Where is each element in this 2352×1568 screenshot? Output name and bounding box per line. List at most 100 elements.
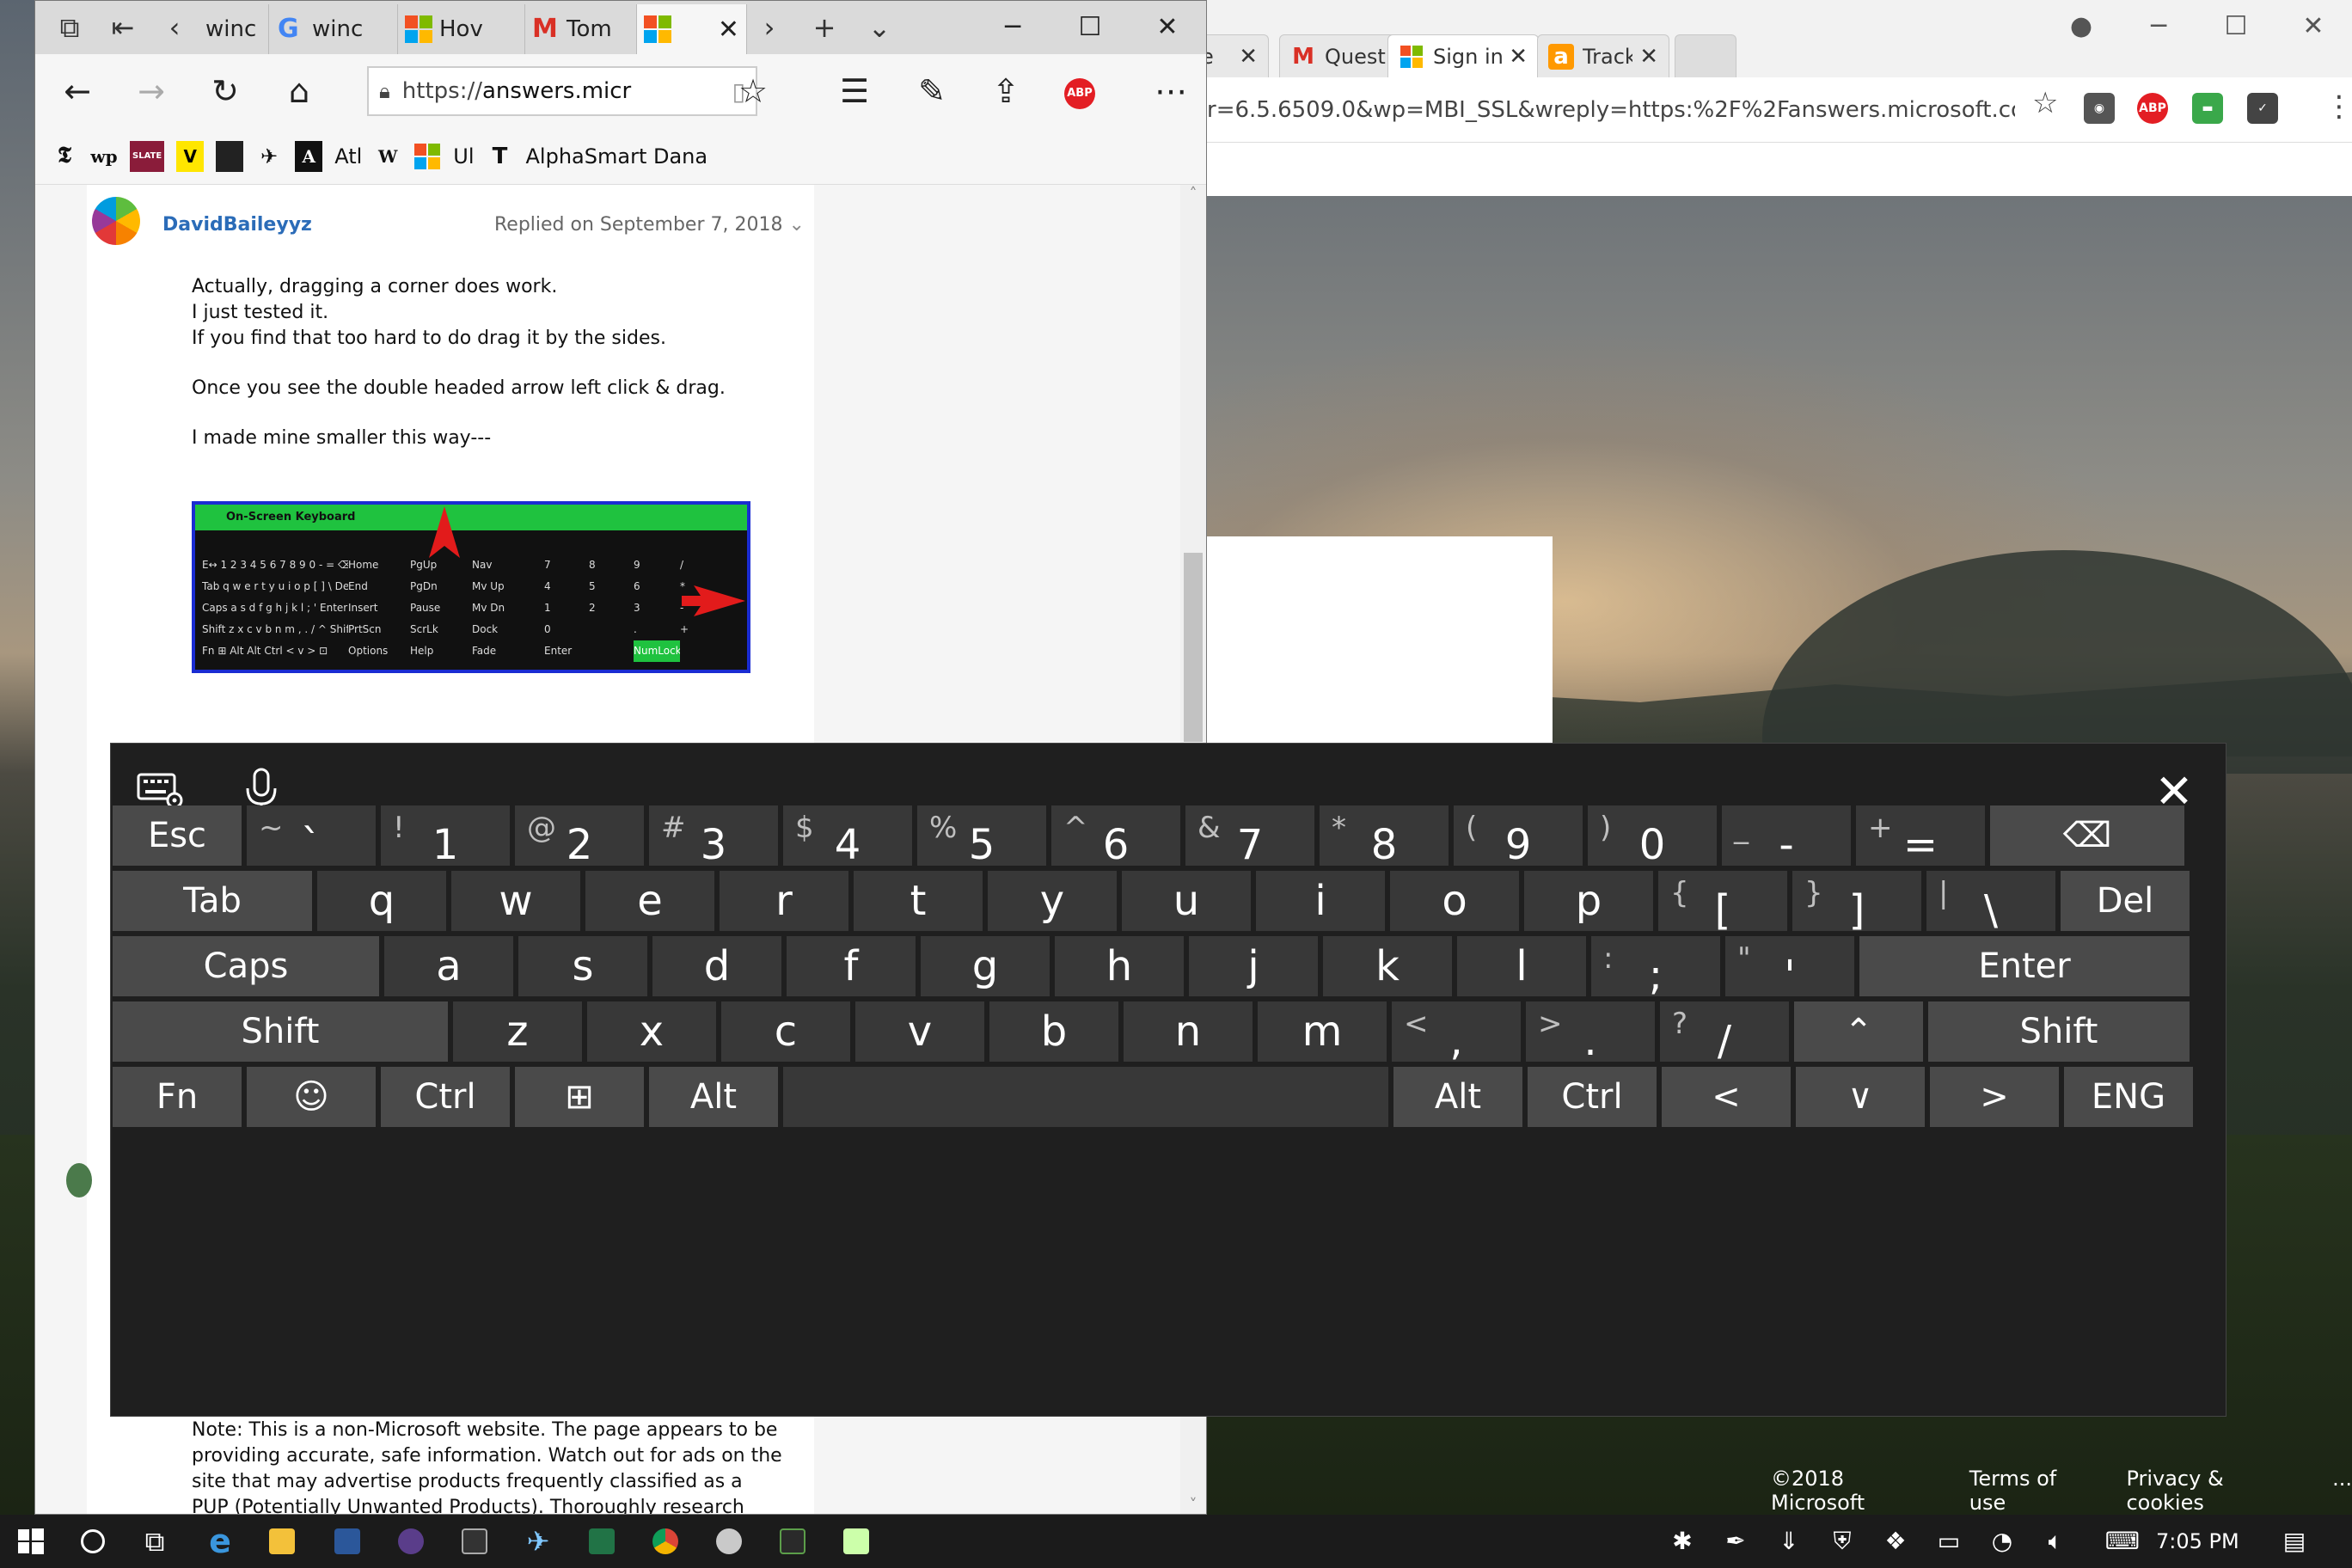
chrome-tab-2[interactable]: Sign in to your M ✕ (1387, 34, 1539, 77)
key-r[interactable]: r (720, 871, 848, 931)
key-7[interactable]: & 7 (1185, 805, 1314, 869)
cortana-icon[interactable] (62, 1515, 124, 1568)
edge-tab-2[interactable]: Hov (398, 4, 525, 54)
vox-favorite[interactable]: V (176, 140, 205, 172)
profile-icon[interactable]: ● (2043, 0, 2120, 53)
atlantic-logo-favorite[interactable]: A (295, 140, 323, 172)
more-menu-icon[interactable]: ⋯ (1141, 54, 1201, 128)
chrome-address-bar[interactable]: r=6.5.6509.0&wp=MBI_SSL&wreply=https:%2F… (1207, 83, 2015, 138)
edge-tab-4[interactable]: ✕ (637, 4, 747, 54)
app-icon[interactable] (762, 1515, 824, 1568)
key-symbol[interactable]: <, (1392, 1001, 1521, 1065)
key-e[interactable]: e (585, 871, 714, 931)
dropbox-icon[interactable]: ❖ (1871, 1515, 1920, 1568)
set-aside-tabs-icon[interactable]: ⇤ (97, 1, 149, 54)
key-8[interactable]: * 8 (1320, 805, 1449, 869)
alt-key[interactable]: Alt (649, 1067, 778, 1127)
volume-icon[interactable]: 🔈︎ (2030, 1515, 2080, 1568)
key-symbol[interactable]: ? / (1660, 1001, 1789, 1065)
close-button[interactable]: ✕ (1129, 1, 1206, 54)
key-y[interactable]: y (988, 871, 1117, 931)
key-d[interactable]: d (652, 936, 781, 996)
key-symbol[interactable]: + = (1856, 805, 1985, 869)
usb-icon[interactable]: ⇓ (1764, 1515, 1814, 1568)
ctrl-key[interactable]: Ctrl (1528, 1067, 1657, 1127)
app-icon[interactable] (380, 1515, 442, 1568)
key-o[interactable]: o (1390, 871, 1519, 931)
tab-preview-chevron-icon[interactable]: ⌄ (854, 1, 905, 54)
key-q[interactable]: q (317, 871, 446, 931)
terms-link[interactable]: Terms of use (1969, 1467, 2094, 1515)
task-view-icon[interactable]: ⧉ (124, 1515, 186, 1568)
alphasmart-favorite[interactable]: AlphaSmart Dana (526, 144, 708, 168)
key-u[interactable]: u (1122, 871, 1251, 931)
touch-keyboard-icon[interactable]: ⌨ (2098, 1515, 2147, 1568)
new-tab-icon[interactable]: + (799, 1, 850, 54)
minimize-button[interactable]: ─ (2120, 0, 2197, 53)
key-j[interactable]: j (1189, 936, 1318, 996)
washington-post-favorite[interactable]: wp (90, 141, 118, 172)
tabs-scroll-left-icon[interactable]: ‹ (149, 1, 200, 54)
microsoft-favorite-icon[interactable] (413, 141, 441, 172)
privacy-link[interactable]: Privacy & cookies (2126, 1467, 2300, 1515)
pin-favorite-icon[interactable]: ✈ (255, 141, 283, 172)
favorites-hub-icon[interactable]: ☰ (824, 54, 885, 128)
close-button[interactable]: ✕ (2275, 0, 2352, 53)
news-favorite-icon[interactable] (216, 140, 244, 172)
defender-icon[interactable]: ⛨ (1817, 1515, 1867, 1568)
key-x[interactable]: x (587, 1001, 716, 1062)
forward-arrow-icon[interactable]: → (121, 54, 181, 128)
avatar[interactable] (66, 1163, 92, 1197)
key-g[interactable]: g (921, 936, 1050, 996)
terminal-icon[interactable] (444, 1515, 505, 1568)
edge-address-bar[interactable]: 🔒︎ https://answers.micr ▯ (367, 66, 757, 116)
battery-icon[interactable]: ▭ (1924, 1515, 1974, 1568)
key-k[interactable]: k (1323, 936, 1452, 996)
key-symbol[interactable]: ~ ` (247, 805, 376, 869)
start-button[interactable] (0, 1515, 62, 1568)
key-h[interactable]: h (1055, 936, 1184, 996)
key-9[interactable]: (9 (1454, 805, 1583, 869)
key-1[interactable]: ! 1 (381, 805, 510, 869)
avatar[interactable] (92, 197, 140, 245)
more-link[interactable]: ... (2332, 1467, 2352, 1515)
key-6[interactable]: ^ 6 (1051, 805, 1180, 869)
app-icon[interactable]: ✈ (507, 1515, 569, 1568)
space-key[interactable] (783, 1067, 1388, 1127)
app-icon[interactable] (698, 1515, 760, 1568)
key-4[interactable]: $4 (783, 805, 912, 869)
key-t[interactable]: t (854, 871, 983, 931)
slate-favorite[interactable]: SLATE (130, 140, 165, 172)
nytimes-favorite[interactable]: 𝕿 (51, 141, 78, 172)
key-symbol[interactable]: {[ (1658, 871, 1787, 934)
arrow-right-key[interactable]: > (1930, 1067, 2059, 1127)
maximize-button[interactable]: ☐ (1051, 1, 1129, 54)
emoji-key[interactable]: ☺ (247, 1067, 376, 1127)
scroll-down-icon[interactable]: ˅ (1180, 1496, 1206, 1514)
scroll-up-icon[interactable]: ˄ (1180, 185, 1206, 203)
adblock-icon[interactable]: ABP (2137, 93, 2168, 124)
key-l[interactable]: l (1457, 936, 1586, 996)
key-c[interactable]: c (721, 1001, 850, 1062)
bookmark-star-icon[interactable]: ☆ (2032, 86, 2058, 120)
shift-key[interactable]: Shift (1928, 1001, 2190, 1062)
close-icon[interactable]: ✕ (1509, 44, 1528, 70)
key-a[interactable]: a (384, 936, 513, 996)
chrome-tab-3[interactable]: a Track Package ✕ (1537, 34, 1669, 77)
arrow-up-key[interactable]: ⌃ (1794, 1001, 1923, 1062)
adblock-icon[interactable]: ABP (1050, 54, 1110, 128)
windows-key[interactable]: ⊞ (515, 1067, 644, 1127)
key-2[interactable]: @2 (515, 805, 644, 869)
edge-tab-3[interactable]: M Tom (525, 4, 637, 54)
chrome-taskbar-icon[interactable] (634, 1515, 696, 1568)
key-w[interactable]: w (451, 871, 580, 931)
home-icon[interactable]: ⌂ (269, 54, 329, 128)
edge-tab-1[interactable]: G winc (271, 4, 398, 54)
chrome-menu-icon[interactable]: ⋮ (2324, 89, 2352, 124)
t-favorite-icon[interactable]: T (487, 141, 514, 172)
delete-key[interactable]: Del (2061, 871, 2190, 931)
backspace-key[interactable]: ⌫ (1990, 805, 2184, 866)
atlantic-favorite[interactable]: Atl (334, 144, 362, 168)
new-tab-button[interactable] (1675, 34, 1736, 77)
edge-taskbar-icon[interactable]: e (189, 1515, 251, 1568)
